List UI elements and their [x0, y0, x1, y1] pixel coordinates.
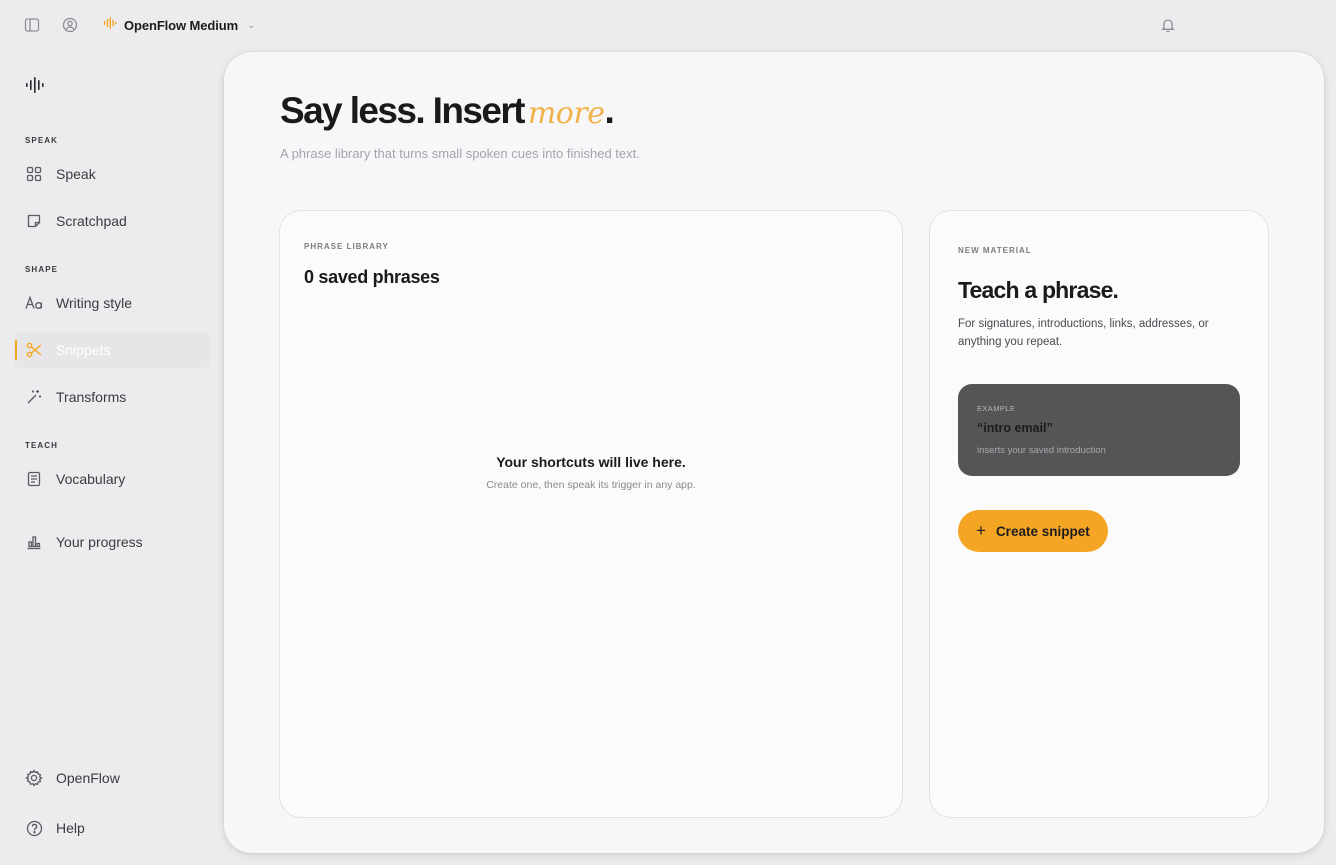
chevron-down-icon: ⌄ [247, 19, 256, 31]
sidebar-item-speak[interactable]: Speak [14, 156, 210, 192]
section-label-teach: TEACH [25, 441, 59, 450]
sidebar-item-label: Snippets [56, 342, 111, 358]
top-bar: OpenFlow Medium ⌄ [0, 0, 1336, 50]
create-snippet-button[interactable]: + Create snippet [958, 510, 1108, 552]
teach-phrase-title: Teach a phrase. [958, 277, 1119, 303]
sidebar-item-label: OpenFlow [56, 770, 120, 786]
sidebar: SPEAK Speak Scratchpad SHAPE Writing sty… [0, 50, 224, 865]
sidebar-item-writing-style[interactable]: Writing style [14, 285, 210, 321]
page-title: Say less. Insert more. [280, 90, 615, 132]
section-label-speak: SPEAK [25, 136, 59, 145]
sidebar-item-label: Your progress [56, 534, 143, 550]
workspace-switcher[interactable]: OpenFlow Medium ⌄ [104, 16, 255, 34]
sidebar-item-scratchpad[interactable]: Scratchpad [14, 203, 210, 239]
example-card: EXAMPLE “intro email” inserts your saved… [958, 384, 1240, 476]
new-material-eyebrow: NEW MATERIAL [958, 246, 1032, 255]
sidebar-item-your-progress[interactable]: Your progress [14, 524, 210, 560]
phrase-library-eyebrow: PHRASE LIBRARY [304, 242, 389, 251]
empty-state-subtitle: Create one, then speak its trigger in an… [486, 479, 696, 491]
chart-icon [25, 533, 43, 551]
book-icon [25, 470, 43, 488]
phrase-library-card: PHRASE LIBRARY 0 saved phrases Your shor… [279, 210, 903, 818]
magic-wand-icon [25, 388, 43, 406]
workspace-name: OpenFlow Medium [124, 17, 239, 33]
app-logo-icon [26, 77, 44, 98]
active-indicator [15, 340, 17, 360]
plus-icon: + [976, 520, 986, 540]
empty-state-title: Your shortcuts will live here. [496, 454, 686, 470]
page-title-period: . [604, 90, 614, 131]
sidebar-item-snippets[interactable]: Snippets [14, 332, 210, 368]
sidebar-item-label: Scratchpad [56, 213, 127, 229]
scissors-icon [25, 341, 43, 359]
main-panel: Say less. Insert more. A phrase library t… [224, 52, 1324, 853]
sidebar-item-label: Speak [56, 166, 96, 182]
gear-icon [25, 769, 43, 787]
sidebar-item-transforms[interactable]: Transforms [14, 379, 210, 415]
teach-phrase-description: For signatures, introductions, links, ad… [958, 318, 1209, 348]
waveform-icon [104, 16, 117, 34]
new-material-card: NEW MATERIAL Teach a phrase. For signatu… [929, 210, 1269, 818]
sidebar-toggle-icon[interactable] [24, 17, 40, 33]
bell-icon[interactable] [1160, 17, 1176, 33]
account-icon[interactable] [62, 17, 78, 33]
sidebar-item-label: Transforms [56, 389, 127, 405]
grid-icon [25, 165, 43, 183]
text-style-icon [25, 294, 43, 312]
sidebar-item-vocabulary[interactable]: Vocabulary [14, 461, 210, 497]
sidebar-item-openflow[interactable]: OpenFlow [14, 760, 210, 796]
example-phrase: “intro email” [977, 421, 1053, 435]
page-title-text: Say less. Insert [280, 90, 525, 131]
create-snippet-label: Create snippet [995, 523, 1090, 539]
sidebar-item-label: Help [56, 820, 85, 836]
sidebar-item-help[interactable]: Help [14, 810, 210, 846]
sidebar-item-label: Vocabulary [56, 471, 126, 487]
note-icon [25, 212, 43, 230]
sidebar-item-label: Writing style [56, 295, 132, 311]
section-label-shape: SHAPE [25, 265, 59, 274]
example-label: EXAMPLE [977, 404, 1016, 413]
example-note: inserts your saved introduction [977, 445, 1106, 456]
page-title-accent: more [527, 96, 605, 131]
saved-phrase-count: 0 saved phrases [304, 267, 440, 287]
page-subtitle: A phrase library that turns small spoken… [280, 146, 640, 161]
help-icon [25, 819, 43, 837]
